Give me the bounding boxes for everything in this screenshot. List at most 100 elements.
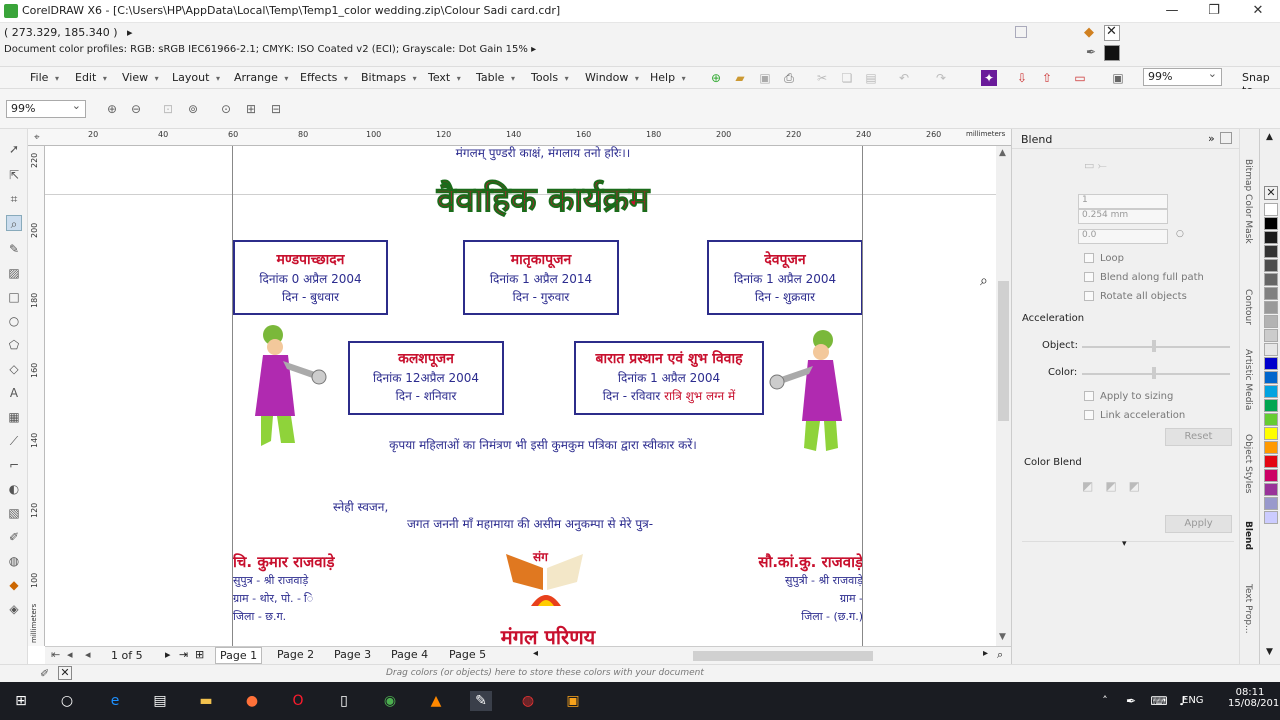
blend-angle-input[interactable]: 0.0 bbox=[1078, 229, 1168, 244]
tab-artistic-media[interactable]: Artistic Media bbox=[1243, 349, 1253, 410]
cortana-search-icon[interactable]: ○ bbox=[56, 691, 78, 711]
color-swatch[interactable] bbox=[1264, 371, 1278, 384]
firefox-icon[interactable]: ● bbox=[241, 691, 263, 711]
windows-start-icon[interactable]: ⊞ bbox=[10, 691, 32, 711]
coreldraw-taskbar-icon[interactable]: ✎ bbox=[470, 691, 492, 711]
table-tool-icon[interactable]: ▦ bbox=[6, 409, 22, 425]
interactive-fill-tool-icon[interactable]: ◈ bbox=[6, 601, 22, 617]
zoom-selected-icon[interactable]: ⊡ bbox=[160, 101, 176, 117]
copy-icon[interactable]: ❏ bbox=[839, 70, 855, 86]
publish-pdf-icon[interactable]: ▭ bbox=[1072, 70, 1088, 86]
color-swatch[interactable] bbox=[1264, 329, 1278, 342]
add-page-icon[interactable]: ⊞ bbox=[195, 648, 204, 661]
navigator-icon[interactable]: ⌕ bbox=[997, 648, 1003, 662]
hscroll-left-icon[interactable]: ◂ bbox=[533, 648, 538, 659]
zoom-out-icon[interactable]: ⊖ bbox=[128, 101, 144, 117]
clock[interactable]: 08:11 15/08/2018 bbox=[1228, 687, 1280, 709]
undo-icon[interactable]: ↶ bbox=[896, 70, 912, 86]
tray-chevron-icon[interactable]: ˄ bbox=[1094, 691, 1116, 711]
document-icon[interactable]: ▯ bbox=[333, 691, 355, 711]
last-page-icon[interactable]: ⇥ bbox=[179, 648, 188, 661]
color-swatch[interactable] bbox=[1264, 315, 1278, 328]
menu-bitmaps[interactable]: Bitmaps bbox=[361, 71, 417, 84]
cut-icon[interactable]: ✂ bbox=[814, 70, 830, 86]
connector-tool-icon[interactable]: ⌐ bbox=[6, 457, 22, 473]
dimension-tool-icon[interactable]: ⟋ bbox=[6, 433, 22, 449]
media-app-icon[interactable]: ▣ bbox=[562, 691, 584, 711]
document-page[interactable]: मंगलम् पुण्डरी काक्षं, मंगलाय तनो हरिः।।… bbox=[232, 146, 863, 646]
reset-button[interactable]: Reset bbox=[1165, 428, 1232, 446]
menu-arrange[interactable]: Arrange bbox=[234, 71, 288, 84]
menu-file[interactable]: File bbox=[30, 71, 59, 84]
polygon-tool-icon[interactable]: ⬠ bbox=[6, 337, 22, 353]
tab-contour[interactable]: Contour bbox=[1243, 289, 1253, 325]
object-accel-thumb[interactable] bbox=[1152, 340, 1156, 352]
menu-window[interactable]: Window bbox=[585, 71, 639, 84]
horizontal-scroll-thumb[interactable] bbox=[693, 651, 873, 661]
color-blend-direction-icon[interactable]: ◩◩◩ bbox=[1082, 479, 1152, 493]
menu-text[interactable]: Text bbox=[428, 71, 461, 84]
no-fill-swatch[interactable]: ✕ bbox=[1264, 186, 1278, 200]
ruler-origin-icon[interactable]: ⌖ bbox=[34, 132, 40, 143]
menu-table[interactable]: Table bbox=[476, 71, 515, 84]
ellipse-tool-icon[interactable]: ○ bbox=[6, 313, 22, 329]
tab-blend[interactable]: Blend bbox=[1243, 521, 1253, 550]
full-screen-icon[interactable]: ▣ bbox=[1110, 70, 1126, 86]
color-profiles[interactable]: Document color profiles: RGB: sRGB IEC61… bbox=[4, 44, 536, 55]
zoom-page-icon[interactable]: ⊙ bbox=[218, 101, 234, 117]
input-language[interactable]: ENG bbox=[1182, 695, 1204, 706]
link-accel-checkbox[interactable] bbox=[1084, 410, 1094, 420]
blend-path-checkbox[interactable] bbox=[1084, 272, 1094, 282]
color-swatch[interactable] bbox=[1264, 427, 1278, 440]
color-swatch[interactable] bbox=[1264, 441, 1278, 454]
color-swatch[interactable] bbox=[1264, 287, 1278, 300]
paste-icon[interactable]: ▤ bbox=[863, 70, 879, 86]
apply-button[interactable]: Apply bbox=[1165, 515, 1232, 533]
scroll-thumb[interactable] bbox=[998, 281, 1009, 421]
vlc-icon[interactable]: ▲ bbox=[425, 691, 447, 711]
eyedropper-tool-icon[interactable]: ✐ bbox=[6, 529, 22, 545]
chrome-icon[interactable]: ◉ bbox=[379, 691, 401, 711]
menu-help[interactable]: Help bbox=[650, 71, 686, 84]
horizontal-ruler[interactable]: ⌖ 20 40 60 80 100 120 140 160 180 200 22… bbox=[28, 129, 1011, 146]
open-folder-icon[interactable]: ▰ bbox=[732, 70, 748, 86]
next-page-icon[interactable]: ▸ bbox=[165, 648, 171, 661]
color-swatch[interactable] bbox=[1264, 273, 1278, 286]
zoom-all-objects-icon[interactable]: ⊚ bbox=[185, 101, 201, 117]
loop-checkbox[interactable] bbox=[1084, 253, 1094, 263]
first-page-icon[interactable]: ⇤ bbox=[51, 648, 60, 661]
color-swatch[interactable] bbox=[1264, 203, 1278, 216]
color-swatch[interactable] bbox=[1264, 231, 1278, 244]
eyedropper-icon[interactable]: ✐ bbox=[40, 667, 49, 680]
crop-tool-icon[interactable]: ⌗ bbox=[6, 191, 22, 207]
menu-layout[interactable]: Layout bbox=[172, 71, 220, 84]
tab-page-1[interactable]: Page 1 bbox=[215, 647, 263, 664]
apply-sizing-checkbox[interactable] bbox=[1084, 391, 1094, 401]
color-swatch[interactable] bbox=[1264, 497, 1278, 510]
tab-page-2[interactable]: Page 2 bbox=[273, 647, 318, 664]
smart-fill-tool-icon[interactable]: ▨ bbox=[6, 265, 22, 281]
zoom-page-width-icon[interactable]: ⊞ bbox=[243, 101, 259, 117]
vertical-scrollbar[interactable]: ▲ ▼ bbox=[996, 146, 1011, 646]
tab-page-5[interactable]: Page 5 bbox=[445, 647, 490, 664]
import-icon[interactable]: ⇩ bbox=[1014, 70, 1030, 86]
tab-bitmap-color-mask[interactable]: Bitmap Color Mask bbox=[1243, 159, 1253, 244]
menu-effects[interactable]: Effects bbox=[300, 71, 348, 84]
close-button[interactable]: ✕ bbox=[1236, 0, 1280, 22]
shape-tool-icon[interactable]: ⇱ bbox=[6, 167, 22, 183]
menu-view[interactable]: View bbox=[122, 71, 159, 84]
fill-bucket-icon[interactable]: ◆ bbox=[1084, 25, 1094, 40]
outline-pen-icon[interactable]: ✒ bbox=[1086, 45, 1096, 59]
tab-page-3[interactable]: Page 3 bbox=[330, 647, 375, 664]
menu-edit[interactable]: Edit bbox=[75, 71, 107, 84]
text-tool-icon[interactable]: A bbox=[6, 385, 22, 401]
prev-arrow-icon[interactable]: ◂ bbox=[85, 648, 91, 661]
minimize-button[interactable]: — bbox=[1150, 0, 1194, 22]
color-swatch[interactable] bbox=[1264, 217, 1278, 230]
rotate-checkbox[interactable] bbox=[1084, 291, 1094, 301]
pick-tool-icon[interactable]: ➚ bbox=[6, 141, 22, 157]
color-swatch[interactable] bbox=[1264, 455, 1278, 468]
color-swatch[interactable] bbox=[1264, 301, 1278, 314]
edge-browser-icon[interactable]: e bbox=[104, 691, 126, 711]
restore-button[interactable]: ❐ bbox=[1192, 0, 1236, 22]
